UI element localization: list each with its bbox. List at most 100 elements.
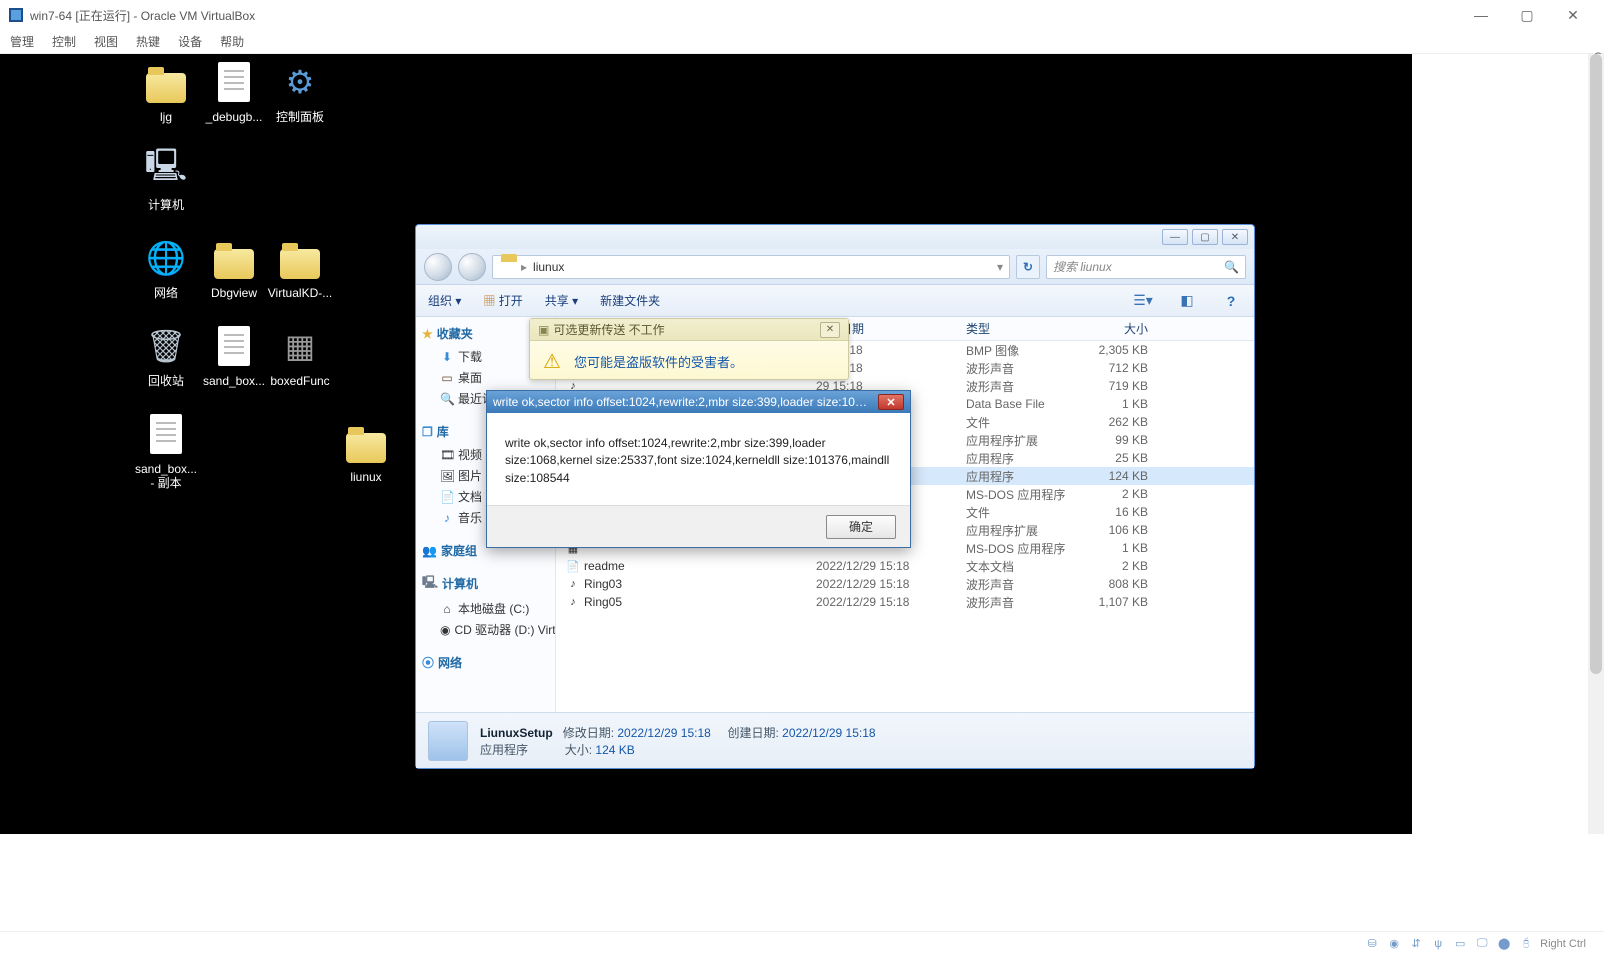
menu-help[interactable]: 帮助 — [220, 33, 244, 50]
nav-network-header[interactable]: ⦿网络 — [422, 654, 549, 671]
toolbar-open[interactable]: ▦ 打开 — [483, 292, 522, 309]
breadcrumb-current[interactable]: liunux — [533, 260, 564, 274]
host-vertical-scrollbar[interactable] — [1588, 54, 1604, 834]
details-file-name: LiunuxSetup — [480, 726, 553, 740]
menu-input[interactable]: 热键 — [136, 33, 160, 50]
desktop-icon-_debugb[interactable]: _debugb... — [196, 58, 272, 124]
explorer-close-button[interactable]: ✕ — [1222, 229, 1248, 245]
msgbox-ok-button[interactable]: 确定 — [826, 515, 896, 539]
explorer-address-bar: ▸ liunux ▾ ↻ 搜索 liunux 🔍 — [416, 249, 1254, 285]
nav-computer-header[interactable]: 🖳计算机 — [422, 573, 549, 594]
icon-label: _debugb... — [196, 110, 272, 124]
file-size: 106 KB — [1076, 523, 1166, 537]
desktop-icon-sand_box[interactable]: sand_box... — [196, 322, 272, 388]
status-mouse-icon[interactable]: 🖯 — [1518, 936, 1534, 952]
status-usb-icon[interactable]: ψ — [1430, 936, 1446, 952]
file-row[interactable]: ♪Ring032022/12/29 15:18波形声音808 KB — [556, 575, 1254, 593]
file-type: 应用程序扩展 — [966, 432, 1076, 449]
host-close-button[interactable]: ✕ — [1550, 0, 1596, 30]
desktop-icon-boxedfunc[interactable]: ▦boxedFunc — [262, 322, 338, 388]
banner-close-button[interactable]: ✕ — [820, 322, 840, 338]
desktop-icon-[interactable]: ⚙控制面板 — [262, 58, 338, 124]
status-cd-icon[interactable]: ◉ — [1386, 936, 1402, 952]
explorer-minimize-button[interactable]: — — [1162, 229, 1188, 245]
banner-titlebar[interactable]: ▣ 可选更新传送 不工作 ✕ — [530, 319, 848, 341]
icon-glyph — [210, 322, 258, 370]
network-icon: ⦿ — [422, 654, 434, 671]
guest-desktop[interactable]: ljg_debugb...⚙控制面板 🖳计算机 🌐网络DbgviewVirtualK… — [0, 54, 1412, 834]
banner-message: 您可能是盗版软件的受害者。 — [574, 352, 743, 371]
video-icon: 🎞 — [440, 448, 454, 462]
banner-title-text: 可选更新传送 不工作 — [553, 321, 664, 338]
nav-drive-c[interactable]: ⌂本地磁盘 (C:) — [422, 598, 549, 619]
virtualbox-statusbar: ⛁ ◉ ⇵ ψ ▭ 🖵 ⬤ 🖯 Right Ctrl — [0, 931, 1604, 955]
icon-label: VirtualKD-... — [262, 286, 338, 300]
msgbox-close-button[interactable]: ✕ — [878, 394, 904, 410]
icon-glyph — [276, 234, 324, 282]
details-thumbnail — [428, 721, 468, 761]
desktop-icon-ljg[interactable]: ljg — [128, 58, 204, 124]
menu-devices[interactable]: 设备 — [178, 33, 202, 50]
status-net-icon[interactable]: ⇵ — [1408, 936, 1424, 952]
desktop-icon-virtualkd[interactable]: VirtualKD-... — [262, 234, 338, 300]
explorer-details-pane: LiunuxSetup 修改日期: 2022/12/29 15:18 创建日期:… — [416, 712, 1254, 768]
file-type: 波形声音 — [966, 594, 1076, 611]
file-type: 文件 — [966, 414, 1076, 431]
icon-label: Dbgview — [196, 286, 272, 300]
explorer-titlebar[interactable]: — ▢ ✕ — [416, 225, 1254, 249]
homegroup-icon: 👥 — [422, 544, 437, 558]
toolbar-new-folder[interactable]: 新建文件夹 — [600, 292, 660, 309]
nav-forward-button[interactable] — [458, 253, 486, 281]
msgbox-footer: 确定 — [487, 505, 910, 547]
status-display-icon[interactable]: 🖵 — [1474, 936, 1490, 952]
toolbar-organize[interactable]: 组织 ▾ — [428, 292, 461, 309]
desktop-icon-[interactable]: 🖳计算机 — [128, 146, 204, 212]
col-type[interactable]: 类型 — [966, 320, 1076, 337]
file-size: 712 KB — [1076, 361, 1166, 375]
explorer-toolbar: 组织 ▾ ▦ 打开 共享 ▾ 新建文件夹 ☰▾ ◧ ? — [416, 285, 1254, 317]
host-minimize-button[interactable]: — — [1458, 0, 1504, 30]
file-size: 2 KB — [1076, 487, 1166, 501]
msgbox-titlebar[interactable]: write ok,sector info offset:1024,rewrite… — [487, 391, 910, 413]
icon-glyph — [142, 58, 190, 106]
col-size[interactable]: 大小 — [1076, 320, 1166, 337]
menu-machine[interactable]: 控制 — [52, 33, 76, 50]
icon-glyph: ⚙ — [276, 58, 324, 106]
file-type-icon: ♪ — [566, 578, 580, 590]
view-options-button[interactable]: ☰▾ — [1132, 290, 1154, 312]
file-row[interactable]: 📄readme2022/12/29 15:18文本文档2 KB — [556, 557, 1254, 575]
menu-manage[interactable]: 管理 — [10, 33, 34, 50]
desktop-icon-[interactable]: 🌐网络 — [128, 234, 204, 300]
file-size: 2 KB — [1076, 559, 1166, 573]
status-shared-icon[interactable]: ▭ — [1452, 936, 1468, 952]
address-box[interactable]: ▸ liunux ▾ — [492, 255, 1010, 279]
file-type: 应用程序 — [966, 468, 1076, 485]
file-row[interactable]: ♪Ring052022/12/29 15:18波形声音1,107 KB — [556, 593, 1254, 611]
help-button[interactable]: ? — [1220, 290, 1242, 312]
preview-pane-button[interactable]: ◧ — [1176, 290, 1198, 312]
desktop-icon-liunux[interactable]: liunux — [328, 418, 404, 484]
nav-drive-d[interactable]: ◉CD 驱动器 (D:) Virt — [422, 619, 549, 640]
status-rec-icon[interactable]: ⬤ — [1496, 936, 1512, 952]
file-size: 16 KB — [1076, 505, 1166, 519]
file-size: 124 KB — [1076, 469, 1166, 483]
search-input[interactable]: 搜索 liunux 🔍 — [1046, 255, 1246, 279]
recent-icon: 🔍 — [440, 392, 454, 406]
refresh-button[interactable]: ↻ — [1016, 255, 1040, 279]
details-file-type: 应用程序 — [480, 743, 528, 757]
menu-view[interactable]: 视图 — [94, 33, 118, 50]
address-dropdown-icon[interactable]: ▾ — [997, 260, 1003, 274]
toolbar-share[interactable]: 共享 ▾ — [545, 292, 578, 309]
explorer-maximize-button[interactable]: ▢ — [1192, 229, 1218, 245]
desktop-icon-sand_box[interactable]: sand_box... - 副本 — [128, 410, 204, 490]
file-type: 文件 — [966, 504, 1076, 521]
icon-glyph: ▦ — [276, 322, 324, 370]
picture-icon: 🖼 — [440, 469, 454, 483]
status-hostkey: Right Ctrl — [1540, 938, 1586, 950]
desktop-icon-dbgview[interactable]: Dbgview — [196, 234, 272, 300]
host-maximize-button[interactable]: ▢ — [1504, 0, 1550, 30]
nav-back-button[interactable] — [424, 253, 452, 281]
status-hdd-icon[interactable]: ⛁ — [1364, 936, 1380, 952]
desktop-icon-[interactable]: 🗑回收站 — [128, 322, 204, 388]
download-icon: ⬇ — [440, 350, 454, 364]
